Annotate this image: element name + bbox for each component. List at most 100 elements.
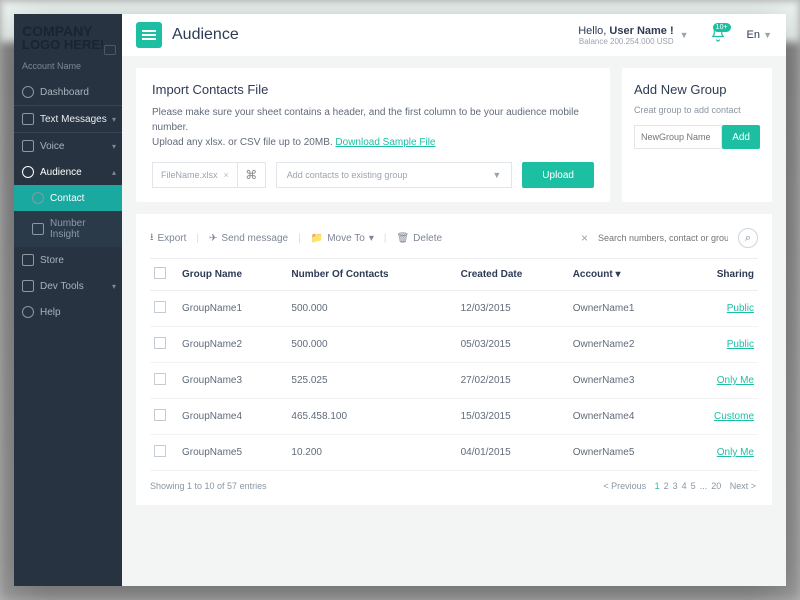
nav-label: Contact [50,193,84,204]
import-desc: Please make sure your sheet contains a h… [152,105,594,150]
contact-icon [32,192,44,204]
nav-audience-sub: Contact Number Insight [14,185,122,247]
add-group-sub: Creat group to add contact [634,105,760,115]
col-contacts[interactable]: Number Of Contacts [287,259,456,291]
sharing-link[interactable]: Only Me [717,447,754,458]
attach-button[interactable]: ⌘ [237,163,265,187]
sharing-link[interactable]: Public [727,303,754,314]
table-row[interactable]: GroupName3525.02527/02/2015OwnerName3Onl… [150,363,758,399]
nav-text-messages[interactable]: Text Messages ▾ [14,105,122,133]
nav-store[interactable]: Store [14,247,122,273]
pager-page[interactable]: 1 [655,481,660,491]
col-account[interactable]: Account ▾ [569,259,681,291]
table-toolbar: ⭳Export | ✈Send message | 📁Move To ▾ | 🗑… [150,224,758,258]
remove-file-button[interactable]: × [224,170,229,180]
export-icon: ⭳ [150,230,154,247]
pager-page[interactable]: 2 [664,481,669,491]
cell-date: 12/03/2015 [457,291,569,327]
new-group-input[interactable] [634,125,722,149]
row-checkbox[interactable] [154,337,166,349]
pager-page[interactable]: 4 [682,481,687,491]
chevron-up-icon: ▴ [112,168,116,177]
search-button[interactable]: ⌕ [738,228,758,248]
cell-account: OwnerName2 [569,327,681,363]
nav-label: Store [40,255,64,266]
pager-page[interactable]: 3 [673,481,678,491]
cell-account: OwnerName4 [569,399,681,435]
row-checkbox[interactable] [154,409,166,421]
delete-button[interactable]: 🗑Delete [396,233,442,244]
cell-group: GroupName3 [178,363,287,399]
pager-page[interactable]: 20 [711,481,721,491]
nav-label: Dev Tools [40,281,84,292]
cell-contacts: 465.458.100 [287,399,456,435]
table-row[interactable]: GroupName2500.00005/03/2015OwnerName2Pub… [150,327,758,363]
greeting: Hello, User Name ! [578,25,673,37]
add-group-button[interactable]: Add [722,125,760,149]
cell-account: OwnerName5 [569,435,681,471]
nav: Dashboard Text Messages ▾ Voice▾ Audience… [14,79,122,325]
cell-date: 04/01/2015 [457,435,569,471]
nav-dev-tools[interactable]: Dev Tools ▾ [14,273,122,299]
insight-icon [32,223,44,235]
cell-date: 15/03/2015 [457,399,569,435]
select-all-checkbox[interactable] [154,267,166,279]
nav-audience[interactable]: Audience▴ [14,159,122,185]
voice-icon [22,140,34,152]
pager-prev[interactable]: < Previous [603,481,646,491]
sharing-link[interactable]: Custome [714,411,754,422]
row-checkbox[interactable] [154,301,166,313]
account-name: Account Name [14,57,122,79]
download-sample-link[interactable]: Download Sample File [335,137,435,148]
cell-contacts: 500.000 [287,291,456,327]
upload-button[interactable]: Upload [522,162,594,188]
clear-search-button[interactable]: × [581,231,588,245]
language-selector[interactable]: En ▼ [747,29,772,41]
col-group[interactable]: Group Name [178,259,287,291]
import-title: Import Contacts File [152,82,594,97]
main: Audience Hello, User Name ! Balance 200.… [122,14,786,586]
message-icon [22,113,34,125]
page-title: Audience [172,26,568,44]
nav-number-insight[interactable]: Number Insight [14,211,122,247]
camera-icon [104,45,116,55]
file-input: FileName.xlsx × ⌘ [152,162,266,188]
sharing-link[interactable]: Public [727,339,754,350]
user-dropdown[interactable]: ▼ [680,30,689,40]
nav-dashboard[interactable]: Dashboard [14,79,122,105]
table-row[interactable]: GroupName1500.00012/03/2015OwnerName1 Pub… [150,291,758,327]
table-row[interactable]: GroupName4465.458.10015/03/2015OwnerName… [150,399,758,435]
nav-contact[interactable]: Contact [14,185,122,211]
user-block: Hello, User Name ! Balance 200.254.000 U… [578,25,688,46]
col-sharing[interactable]: Sharing [681,259,758,291]
col-date[interactable]: Created Date [457,259,569,291]
pager-next[interactable]: Next > [730,481,756,491]
nav-help[interactable]: Help [14,299,122,325]
cell-group: GroupName1 [178,291,287,327]
trash-icon: 🗑 [396,233,409,244]
filename: FileName.xlsx [161,170,218,180]
row-checkbox[interactable] [154,445,166,457]
menu-button[interactable] [136,22,162,48]
cell-account: OwnerName1 [569,291,681,327]
send-message-button[interactable]: ✈Send message [209,233,288,244]
chevron-down-icon: ▾ [112,115,116,124]
notifications-button[interactable]: 10+ [709,26,727,44]
export-button[interactable]: ⭳Export [150,230,186,247]
help-icon [22,306,34,318]
groups-table: Group Name Number Of Contacts Created Da… [150,258,758,471]
folder-icon: 📁 [311,233,323,244]
sharing-link[interactable]: Only Me [717,375,754,386]
move-to-button[interactable]: 📁Move To ▾ [311,233,374,244]
cart-icon [22,254,34,266]
import-card: Import Contacts File Please make sure yo… [136,68,610,202]
chevron-down-icon: ▾ [112,282,116,291]
row-checkbox[interactable] [154,373,166,385]
nav-label: Text Messages [40,114,107,125]
nav-voice[interactable]: Voice▾ [14,133,122,159]
table-row[interactable]: GroupName510.20004/01/2015OwnerName5Only… [150,435,758,471]
pager-page[interactable]: 5 [691,481,696,491]
search-input[interactable] [598,233,728,243]
logo-line1: COMPANY [22,24,114,38]
group-select[interactable]: Add contacts to existing group ▼ [276,162,513,188]
